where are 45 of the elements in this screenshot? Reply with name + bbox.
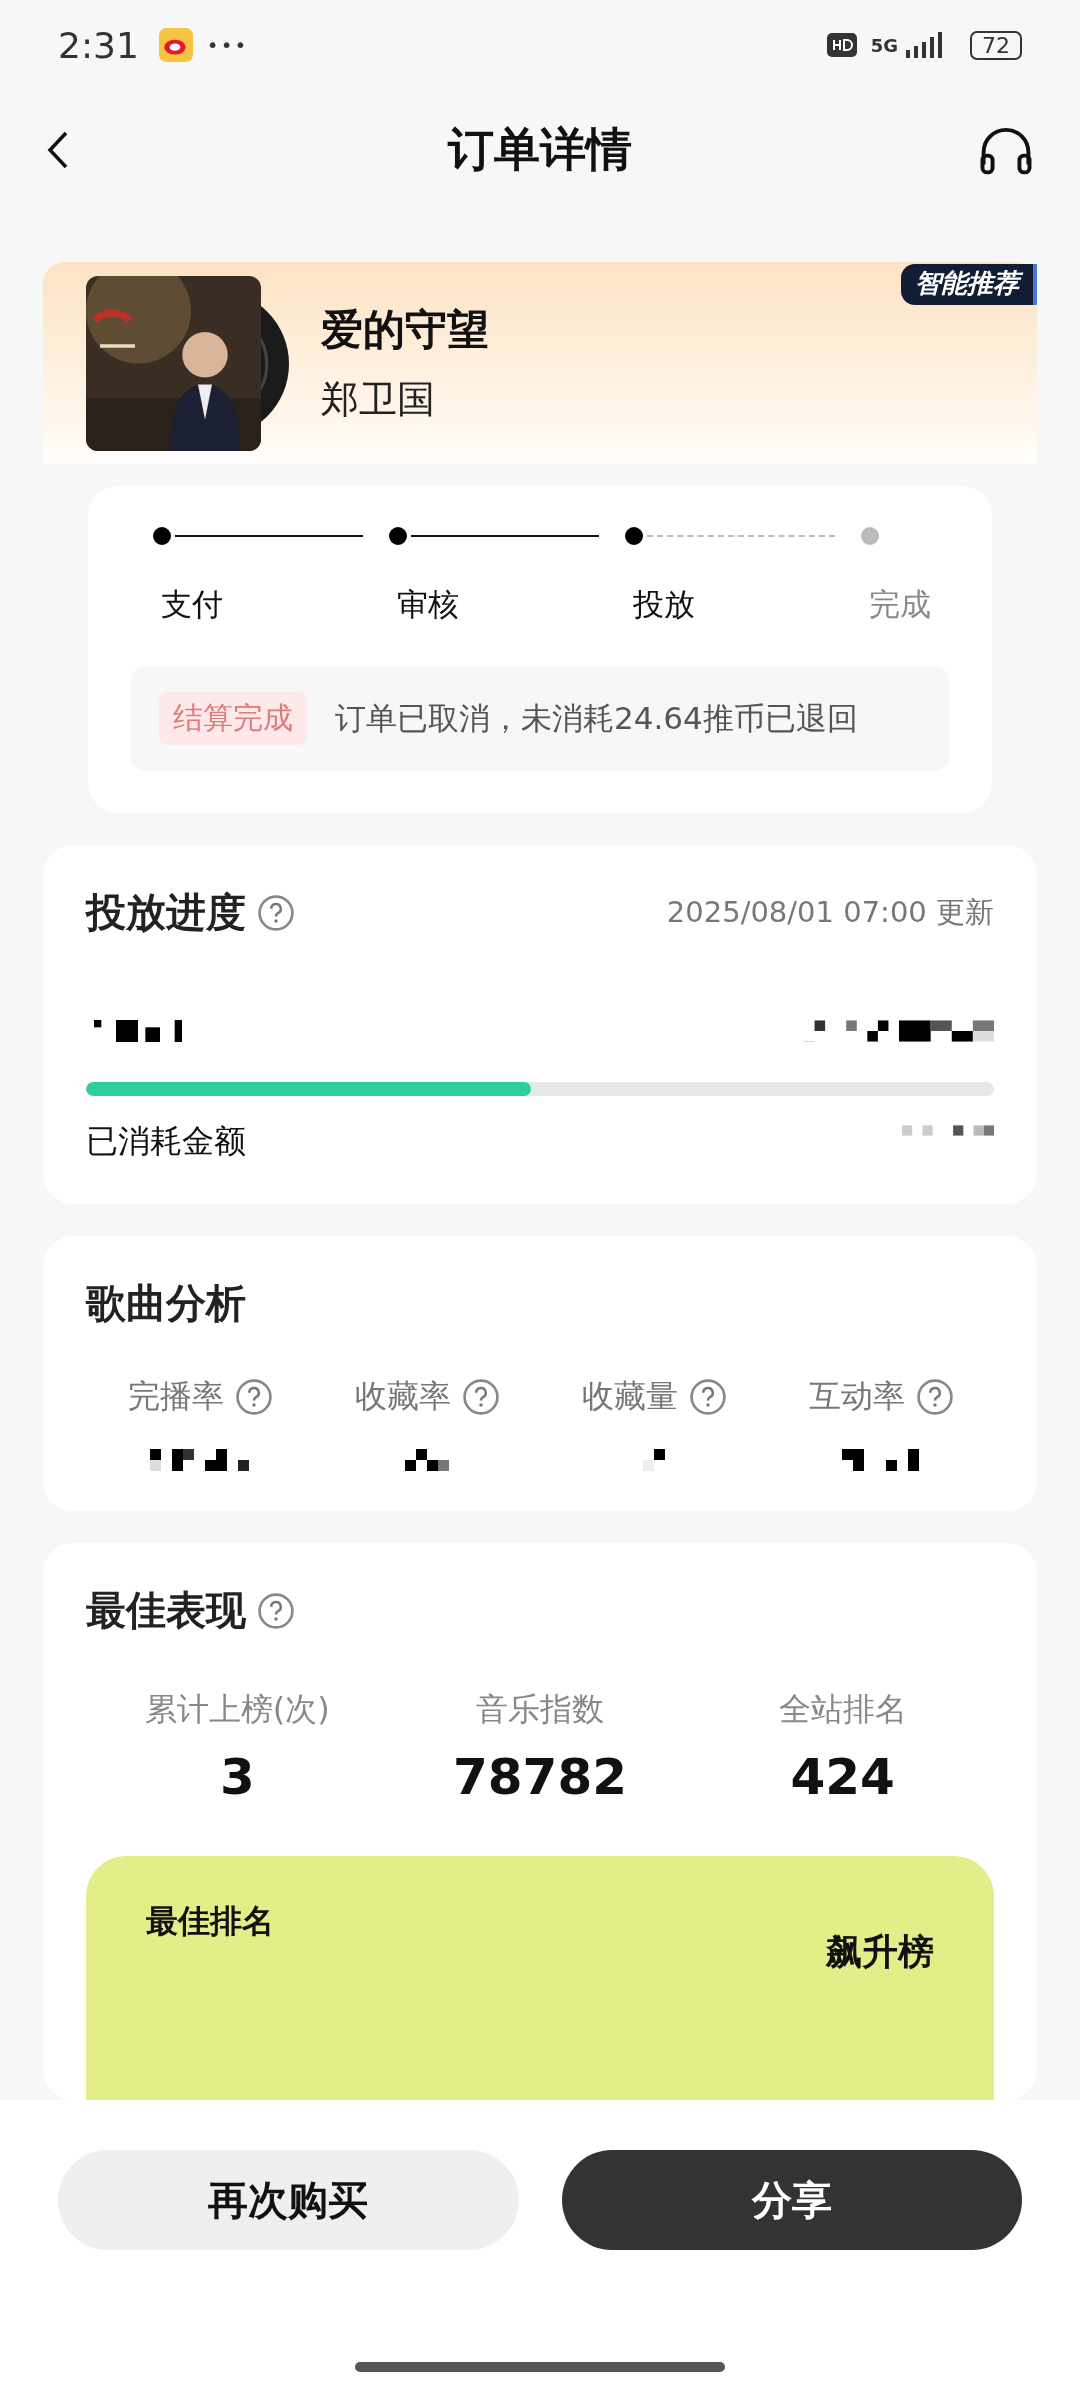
help-icon[interactable] [462,1379,499,1415]
section-title: 投放进度 [86,888,246,937]
stat-value: 3 [219,1748,255,1806]
help-icon[interactable] [916,1379,953,1415]
metric-label: 互动率 [808,1376,905,1417]
stat-label: 全站排名 [778,1689,907,1730]
metric-label: 收藏率 [354,1376,451,1417]
section-title: 歌曲分析 [86,1279,247,1328]
hd-icon [826,33,857,57]
metric-label: 完播率 [127,1376,224,1417]
help-icon[interactable] [258,894,294,931]
spent-label: 已消耗金额 [86,1121,246,1162]
battery-level: 72 [970,30,1022,60]
share-button[interactable]: 分享 [561,2150,1022,2250]
network-type: 5G [870,34,898,56]
help-icon[interactable] [258,1592,294,1629]
signal-icon [904,32,944,58]
step-label: 完成 [868,585,932,624]
status-tag: 结算完成 [159,692,307,745]
song-title: 爱的守望 [321,303,489,356]
help-icon[interactable] [235,1379,272,1415]
back-icon[interactable] [46,130,70,170]
rank-label: 最佳排名 [146,1901,274,1942]
recommend-badge: 智能推荐 [901,264,1037,305]
update-time: 2025/08/01 07:00 更新 [666,893,994,931]
section-title: 最佳表现 [86,1586,246,1635]
step-label: 审核 [396,585,460,624]
step-label: 投放 [632,585,696,624]
stat-label: 音乐指数 [476,1689,604,1730]
stat-value: 78782 [453,1748,627,1806]
status-time: 2:31 [58,24,139,66]
artist-name: 郑卫国 [321,375,436,423]
stat-value: 424 [790,1748,895,1806]
metric-label: 收藏量 [581,1376,678,1417]
redacted-value-drawing [404,1449,449,1471]
stat-label: 累计上榜(次) [144,1689,330,1730]
step-label: 支付 [160,585,224,624]
rank-chart-name: 飙升榜 [826,1930,934,1974]
more-notifications-icon: ••• [206,33,249,57]
buy-again-button[interactable]: 再次购买 [58,2150,519,2250]
notice-text: 订单已取消，未消耗24.64推币已退回 [335,698,858,738]
redacted-value-drawing [642,1449,665,1471]
page-title: 订单详情 [448,121,632,178]
help-icon[interactable] [689,1379,726,1415]
app-notification-icon [158,28,193,62]
